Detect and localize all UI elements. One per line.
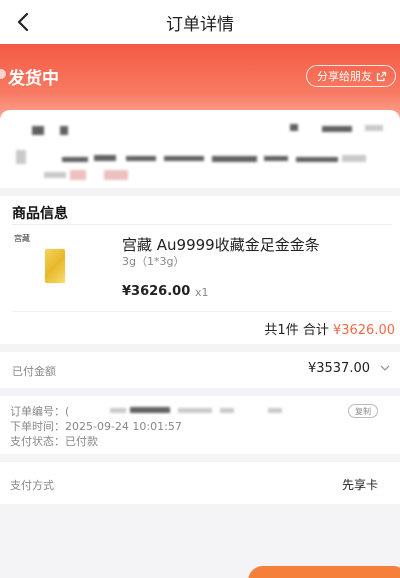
order-time-row: 下单时间：2025-09-24 10:01:57 [10, 418, 182, 434]
redacted-address [296, 157, 338, 162]
redacted-order-number [178, 408, 212, 413]
goods-section-title: 商品信息 [12, 206, 68, 222]
back-button[interactable] [10, 8, 36, 36]
page-title: 订单详情 [166, 14, 234, 35]
redacted-phone [365, 125, 383, 131]
share-button[interactable]: 分享给朋友 [306, 65, 396, 87]
paid-label: 已付金额 [12, 365, 56, 378]
product-quantity: x1 [195, 286, 209, 299]
paid-value: ¥3537.00 [307, 361, 370, 376]
copy-button[interactable]: 复制 [348, 404, 378, 418]
paid-amount-row[interactable]: 已付金额 ¥3537.00 [0, 352, 400, 388]
gold-bar-image [45, 249, 65, 283]
product-brand-logo: 宫藏 [14, 234, 30, 243]
redacted-address [44, 172, 66, 178]
share-label: 分享给朋友 [317, 70, 372, 83]
redacted-address [264, 156, 288, 161]
redacted-order-number [268, 408, 282, 413]
share-arrow-icon [376, 71, 387, 81]
goods-card: 商品信息 宫藏 宫藏 Au9999收藏金足金金条 3g（1*3g） ¥3626.… [0, 196, 400, 344]
redacted-order-number [110, 408, 126, 413]
redacted-address [104, 170, 128, 180]
redacted-address [70, 170, 86, 180]
redacted-phone [322, 126, 352, 132]
redacted-address [16, 150, 26, 164]
total-prefix: 共1件 合计 [264, 323, 333, 338]
redacted-address [342, 155, 366, 162]
chevron-left-icon [17, 12, 29, 32]
product-name[interactable]: 宫藏 Au9999收藏金足金金条 [122, 234, 320, 255]
redacted-name [60, 126, 68, 135]
redacted-phone [290, 124, 298, 131]
address-card[interactable] [0, 110, 400, 188]
product-image[interactable]: 宫藏 [12, 233, 94, 315]
divider [12, 224, 392, 225]
pay-status-value: 已付款 [65, 435, 98, 448]
order-info-card: 订单编号：( 复制 下单时间：2025-09-24 10:01:57 支付状态：… [0, 396, 400, 454]
product-price: ¥3626.00 [122, 284, 191, 299]
chevron-down-icon [380, 365, 390, 371]
payment-method-value: 先享卡 [341, 478, 378, 492]
payment-method-row[interactable]: 支付方式 先享卡 [0, 462, 400, 504]
pay-status-row: 支付状态：已付款 [10, 433, 98, 449]
nav-bar: 订单详情 [0, 0, 400, 44]
redacted-address [164, 156, 204, 161]
total-amount: ¥3626.00 [332, 323, 395, 338]
order-time-value: 2025-09-24 10:01:57 [65, 420, 182, 433]
divider [12, 311, 392, 312]
pay-status-label: 支付状态： [10, 435, 65, 448]
order-number-value: ( [65, 405, 70, 418]
payment-method-label: 支付方式 [10, 479, 54, 492]
order-number-label: 订单编号： [10, 405, 65, 418]
redacted-order-number [130, 407, 170, 413]
redacted-address [212, 156, 257, 162]
order-status: 发货中 [8, 69, 59, 89]
redacted-order-number [220, 408, 234, 413]
redacted-name [32, 126, 44, 135]
product-spec: 3g（1*3g） [122, 255, 185, 268]
order-time-label: 下单时间： [10, 420, 65, 433]
redacted-address [126, 156, 156, 161]
redacted-address [94, 155, 116, 161]
bottom-action-button[interactable] [248, 566, 400, 578]
order-total: 共1件 合计 ¥3626.00 [264, 319, 395, 338]
redacted-address [62, 157, 88, 162]
order-number-row: 订单编号：( [10, 403, 69, 419]
banner-dot-icon [0, 69, 6, 79]
